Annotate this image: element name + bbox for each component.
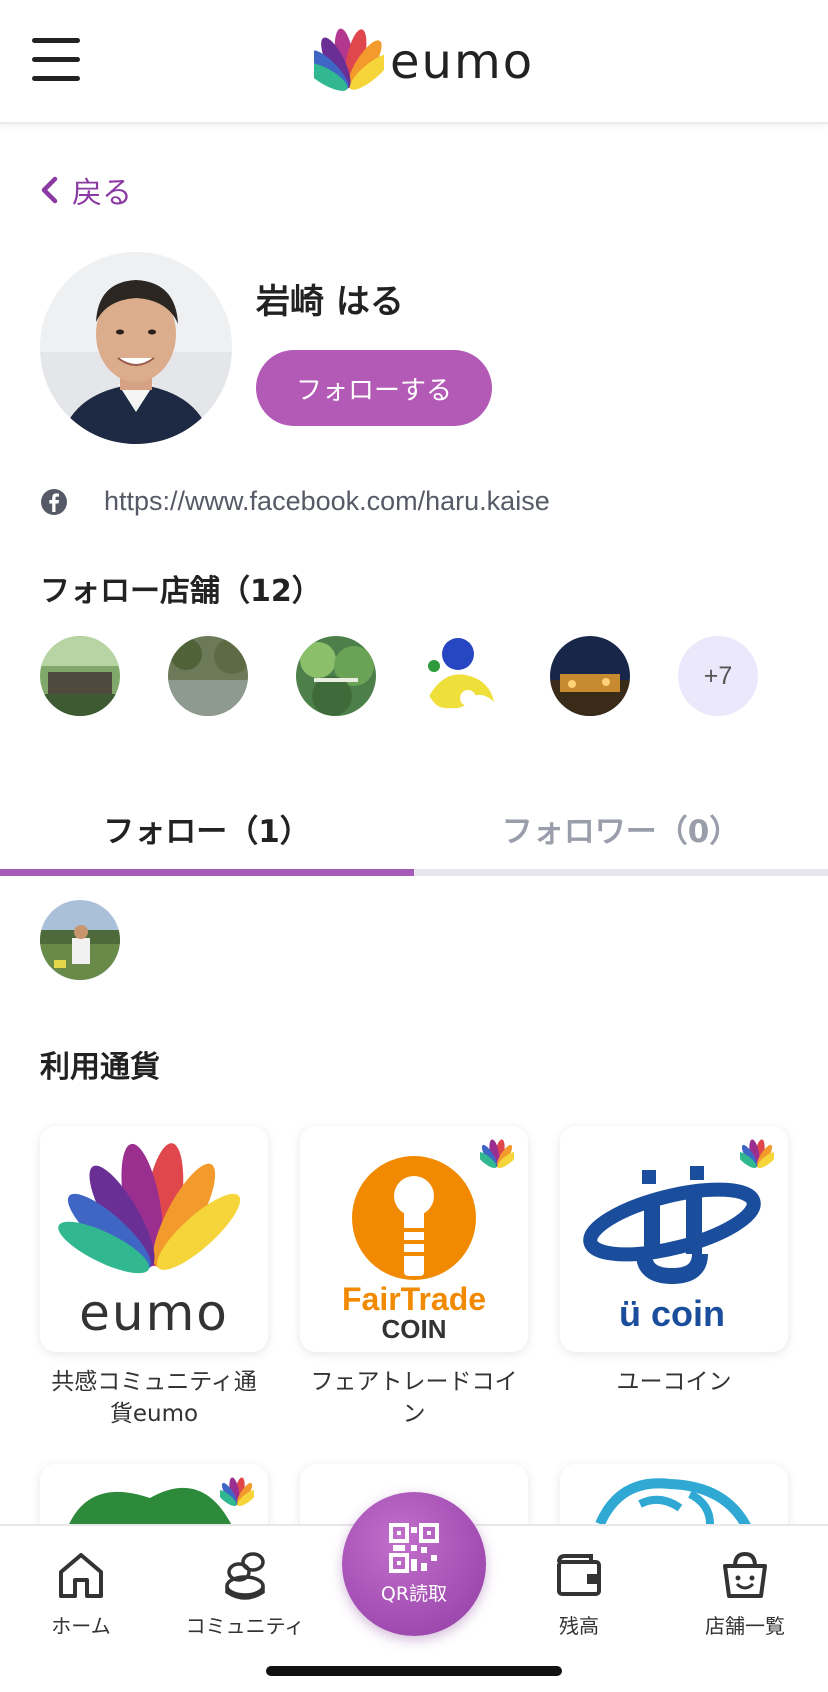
app-header: eumo [0,0,828,124]
home-icon [59,1553,103,1598]
nav-stores[interactable]: 店舗一覧 [680,1550,810,1639]
store-avatar[interactable] [424,636,504,716]
nav-balance-label: 残高 [559,1614,599,1638]
currency-name: フェアトレードコイン [310,1369,518,1427]
currency-card-fairtrade[interactable]: FairTrade COIN [300,1126,528,1352]
eumo-badge-icon [480,1139,514,1169]
currency-card-eumo[interactable]: eumo [40,1126,268,1352]
svg-text:ü coin: ü coin [619,1293,725,1334]
chevron-left-icon [41,176,58,204]
eumo-shell-icon [305,28,392,91]
wallet-icon [557,1554,601,1596]
nav-community-label: コミュニティ [185,1614,305,1638]
tab-follow[interactable]: フォロー（1） [0,788,414,876]
eumo-badge-icon [740,1139,774,1169]
qr-code-icon [389,1522,439,1573]
home-indicator [266,1666,562,1676]
following-user-avatar[interactable] [40,900,120,980]
svg-text:eumo: eumo [79,1284,229,1342]
qr-scan-label: QR読取 [380,1582,448,1605]
shop-bag-icon [723,1551,767,1598]
store-avatar[interactable] [296,636,376,716]
qr-scan-button[interactable]: QR読取 [342,1492,486,1636]
svg-text:FairTrade: FairTrade [342,1281,486,1317]
eumo-logo-icon: eumo [58,1143,241,1342]
svg-text:COIN: COIN [382,1314,447,1344]
store-avatar[interactable] [168,636,248,716]
back-link[interactable]: 戻る [40,168,132,212]
eumo-logo[interactable]: eumo [305,28,532,96]
nav-home[interactable]: ホーム [16,1550,146,1639]
nav-community[interactable]: コミュニティ [180,1550,310,1639]
currency-name: ユーコイン [616,1369,732,1395]
menu-icon[interactable] [32,38,80,82]
currency-name: 共感コミュニティ通貨eumo [51,1369,257,1427]
nav-home-label: ホーム [51,1614,111,1638]
currencies-title: 利用通貨 [40,1050,160,1085]
tab-followers[interactable]: フォロワー（0） [414,788,828,876]
follow-button[interactable]: フォローする [256,350,492,426]
follow-tabs: フォロー（1） フォロワー（0） [0,788,828,876]
more-stores-badge[interactable]: +7 [678,636,758,716]
back-label: 戻る [72,176,132,211]
followed-stores-title: フォロー店舗（12） [40,574,322,609]
eumo-badge-icon [220,1477,254,1507]
facebook-url: https://www.facebook.com/haru.kaise [104,486,550,516]
logo-text: eumo [390,34,535,90]
nav-balance[interactable]: 残高 [514,1550,644,1639]
facebook-link[interactable]: https://www.facebook.com/haru.kaise [40,486,550,517]
store-avatar[interactable] [40,636,120,716]
store-avatar[interactable] [550,636,630,716]
profile-avatar [40,252,232,444]
facebook-icon [41,488,67,515]
profile-name: 岩崎 はる [256,282,404,322]
nav-stores-label: 店舗一覧 [705,1614,785,1638]
profile-page: eumo 戻る 岩崎 はる フォローする https://www.faceboo… [0,0,828,1692]
coins-icon [225,1552,265,1600]
currency-card-ucoin[interactable]: ü coin [560,1126,788,1352]
